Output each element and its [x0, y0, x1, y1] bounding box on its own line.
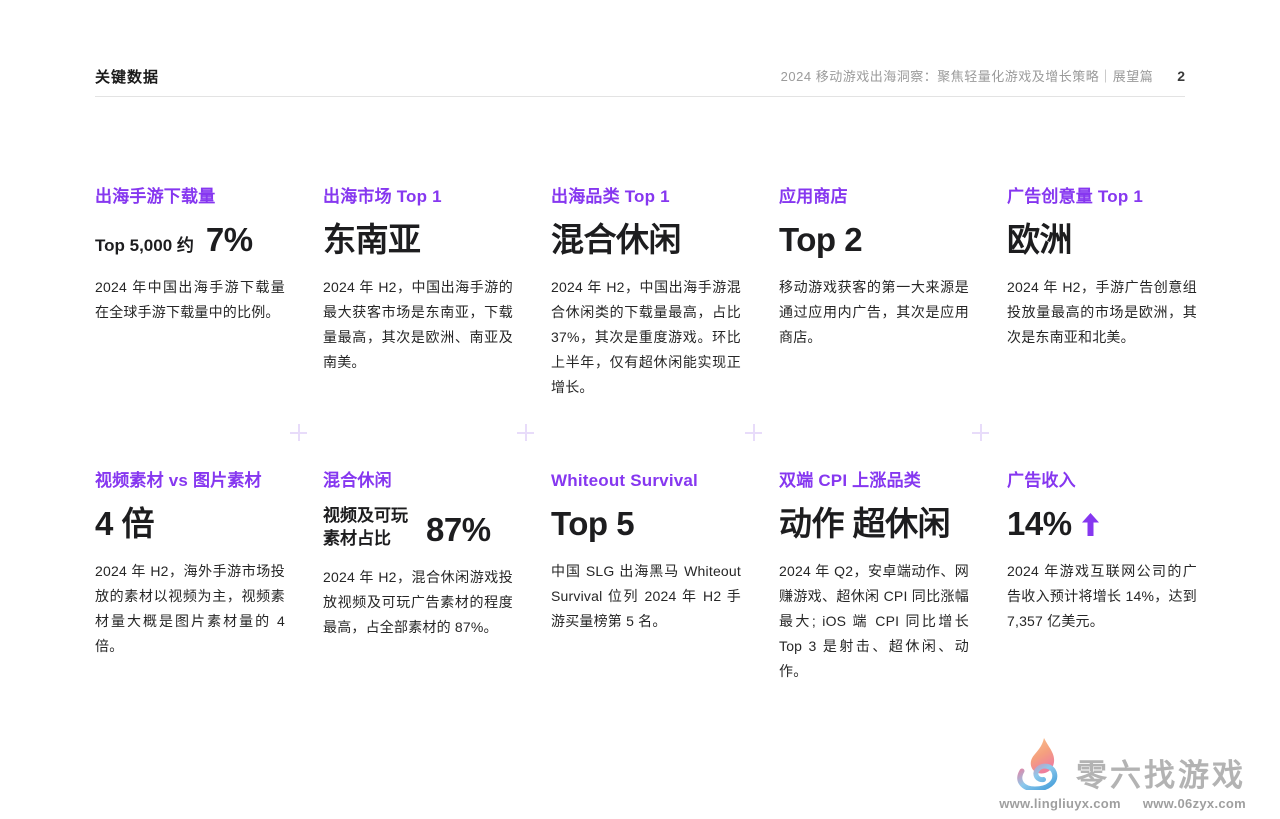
stat-value: 87% [426, 510, 491, 550]
card-label: 双端 CPI 上涨品类 [779, 470, 969, 492]
plus-divider-icon [290, 424, 307, 441]
card-description: 2024 年 H2，海外手游市场投放的素材以视频为主，视频素材量大概是图片素材量… [95, 559, 285, 659]
plus-divider-icon [517, 424, 534, 441]
watermark-url: www.06zyx.com [1143, 796, 1246, 811]
plus-divider-icon [972, 424, 989, 441]
watermark-urls: www.lingliuyx.com www.06zyx.com [999, 796, 1246, 811]
card-stat: 东南亚 [323, 220, 513, 260]
stat-card-downloads: 出海手游下载量 Top 5,000 约 7% 2024 年中国出海手游下载量在全… [95, 186, 285, 400]
stat-value: 动作 超休闲 [779, 504, 950, 544]
card-label: 视频素材 vs 图片素材 [95, 470, 285, 492]
stat-value: 7% [206, 220, 253, 260]
stat-card-video-vs-image: 视频素材 vs 图片素材 4 倍 2024 年 H2，海外手游市场投放的素材以视… [95, 470, 285, 684]
card-description: 2024 年 Q2，安卓端动作、网赚游戏、超休闲 CPI 同比涨幅最大; iOS… [779, 559, 969, 684]
stat-value: 混合休闲 [551, 220, 681, 260]
card-label: 混合休闲 [323, 470, 513, 492]
card-stat: 视频及可玩 素材占比 87% [323, 504, 513, 550]
page-title: 关键数据 [95, 66, 159, 87]
flame-swirl-logo-icon [1010, 738, 1068, 795]
card-description: 中国 SLG 出海黑马 Whiteout Survival 位列 2024 年 … [551, 559, 741, 634]
stat-prefix-line: 视频及可玩 [323, 504, 408, 527]
stat-value: 4 倍 [95, 504, 154, 544]
stat-card-app-store: 应用商店 Top 2 移动游戏获客的第一大来源是通过应用内广告，其次是应用商店。 [779, 186, 969, 400]
card-description: 2024 年 H2，中国出海手游的最大获客市场是东南亚，下载量最高，其次是欧洲、… [323, 275, 513, 375]
card-description: 2024 年 H2，混合休闲游戏投放视频及可玩广告素材的程度最高，占全部素材的 … [323, 565, 513, 640]
card-stat: 欧洲 [1007, 220, 1197, 260]
report-title: 2024 移动游戏出海洞察：聚焦轻量化游戏及增长策略｜展望篇 [781, 66, 1154, 85]
card-description: 2024 年中国出海手游下载量在全球手游下载量中的比例。 [95, 275, 285, 325]
watermark-url: www.lingliuyx.com [999, 796, 1121, 811]
card-label: 广告创意量 Top 1 [1007, 186, 1197, 208]
page-header: 关键数据 2024 移动游戏出海洞察：聚焦轻量化游戏及增长策略｜展望篇 2 [95, 66, 1185, 97]
card-stat: Top 5 [551, 504, 741, 544]
stat-card-ad-revenue: 广告收入 14% 2024 年游戏互联网公司的广告收入预计将增长 14%，达到 … [1007, 470, 1197, 684]
stat-prefix: Top 5,000 约 [95, 231, 194, 256]
stat-value: Top 2 [779, 220, 862, 260]
watermark: 零六找游戏 www.lingliuyx.com www.06zyx.com [999, 738, 1246, 811]
card-stat: 14% [1007, 504, 1197, 544]
stat-value: 欧洲 [1007, 220, 1072, 260]
card-stat: Top 5,000 约 7% [95, 220, 285, 260]
card-description: 2024 年 H2，中国出海手游混合休闲类的下载量最高，占比 37%，其次是重度… [551, 275, 741, 400]
stat-card-top-market: 出海市场 Top 1 东南亚 2024 年 H2，中国出海手游的最大获客市场是东… [323, 186, 513, 400]
card-stat: 4 倍 [95, 504, 285, 544]
stat-value: 14% [1007, 504, 1072, 544]
card-label: 出海品类 Top 1 [551, 186, 741, 208]
card-stat: Top 2 [779, 220, 969, 260]
page-number: 2 [1177, 68, 1185, 84]
watermark-brand: 零六找游戏 [1076, 759, 1246, 793]
slide-page: 关键数据 2024 移动游戏出海洞察：聚焦轻量化游戏及增长策略｜展望篇 2 出海… [0, 0, 1280, 819]
card-label: 广告收入 [1007, 470, 1197, 492]
card-description: 移动游戏获客的第一大来源是通过应用内广告，其次是应用商店。 [779, 275, 969, 350]
stat-card-whiteout-survival: Whiteout Survival Top 5 中国 SLG 出海黑马 Whit… [551, 470, 741, 684]
stat-card-cpi-genres: 双端 CPI 上涨品类 动作 超休闲 2024 年 Q2，安卓端动作、网赚游戏、… [779, 470, 969, 684]
stat-card-top-genre: 出海品类 Top 1 混合休闲 2024 年 H2，中国出海手游混合休闲类的下载… [551, 186, 741, 400]
card-label: 应用商店 [779, 186, 969, 208]
stat-value: Top 5 [551, 504, 634, 544]
header-right: 2024 移动游戏出海洞察：聚焦轻量化游戏及增长策略｜展望篇 2 [781, 66, 1185, 85]
card-label: 出海手游下载量 [95, 186, 285, 208]
card-label: 出海市场 Top 1 [323, 186, 513, 208]
stat-card-ad-creatives: 广告创意量 Top 1 欧洲 2024 年 H2，手游广告创意组投放量最高的市场… [1007, 186, 1197, 400]
stat-value: 东南亚 [323, 220, 421, 260]
stat-prefix-line: 素材占比 [323, 527, 408, 550]
card-description: 2024 年游戏互联网公司的广告收入预计将增长 14%，达到 7,357 亿美元… [1007, 559, 1197, 634]
stats-row-1: 出海手游下载量 Top 5,000 约 7% 2024 年中国出海手游下载量在全… [95, 186, 1197, 400]
watermark-top: 零六找游戏 [1010, 738, 1246, 793]
stat-card-hybrid-casual-materials: 混合休闲 视频及可玩 素材占比 87% 2024 年 H2，混合休闲游戏投放视频… [323, 470, 513, 684]
plus-divider-icon [745, 424, 762, 441]
card-label: Whiteout Survival [551, 470, 741, 492]
card-stat: 混合休闲 [551, 220, 741, 260]
card-stat: 动作 超休闲 [779, 504, 969, 544]
card-description: 2024 年 H2，手游广告创意组投放量最高的市场是欧洲，其次是东南亚和北美。 [1007, 275, 1197, 350]
stats-row-2: 视频素材 vs 图片素材 4 倍 2024 年 H2，海外手游市场投放的素材以视… [95, 470, 1197, 684]
up-arrow-icon [1082, 513, 1099, 536]
stat-prefix: 视频及可玩 素材占比 [323, 504, 408, 550]
